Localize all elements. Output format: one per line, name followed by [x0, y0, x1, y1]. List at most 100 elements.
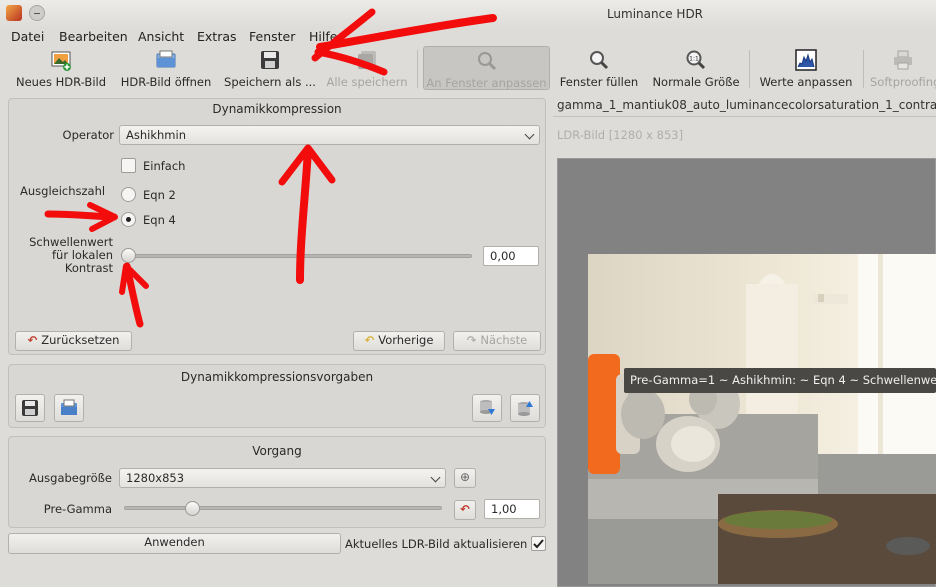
toolbar-separator	[863, 50, 864, 88]
window-title: Luminance HDR	[606, 7, 704, 21]
eqn4-radio[interactable]	[121, 212, 136, 227]
update-ldr-checkbox[interactable]	[531, 536, 546, 551]
process-title: Vorgang	[252, 444, 302, 458]
chevron-down-icon	[524, 129, 535, 140]
open-file-icon	[60, 399, 78, 417]
toolbar: Neues HDR-Bild HDR-Bild öffnen Speichern…	[0, 46, 936, 92]
simple-checkbox[interactable]	[121, 158, 136, 173]
operator-value: Ashikhmin	[126, 128, 186, 142]
output-size-label: Ausgabegröße	[29, 471, 112, 485]
threshold-slider-track[interactable]	[124, 254, 472, 258]
toolbar-separator	[749, 50, 750, 88]
printer-icon	[892, 49, 914, 71]
result-panel: gamma_1_mantiuk08_auto_luminancecolorsat…	[553, 92, 936, 587]
fit-window-button[interactable]: An Fenster anpassen	[423, 46, 550, 90]
svg-text:1:1: 1:1	[689, 56, 699, 63]
export-preset-button[interactable]	[472, 394, 502, 422]
add-size-button[interactable]: ⊕	[454, 468, 476, 488]
simple-label: Einfach	[143, 159, 186, 173]
operator-label: Operator	[62, 128, 114, 142]
open-hdr-label: HDR-Bild öffnen	[120, 75, 212, 89]
reset-button[interactable]: ↶ Zurücksetzen	[15, 331, 132, 351]
menu-datei[interactable]: Datei	[11, 29, 44, 44]
adjust-levels-label: Werte anpassen	[759, 75, 853, 89]
database-import-icon	[516, 399, 534, 417]
tonemapping-group-title: Dynamikkompression	[212, 102, 342, 116]
fill-window-button[interactable]: Fenster füllen	[556, 46, 642, 90]
database-export-icon	[478, 399, 496, 417]
checkmark-icon	[533, 539, 544, 549]
output-size-value: 1280x853	[126, 471, 185, 485]
undo-icon: ↶	[27, 333, 38, 347]
fill-window-label: Fenster füllen	[559, 75, 639, 89]
open-image-icon	[155, 49, 177, 71]
forward-arrow-icon: ↷	[466, 333, 477, 347]
pregamma-spinbox[interactable]: 1,00	[484, 499, 540, 519]
eqn4-label: Eqn 4	[143, 213, 176, 227]
menu-extras[interactable]: Extras	[197, 29, 237, 44]
update-ldr-label: Aktuelles LDR-Bild aktualisieren	[345, 537, 528, 551]
open-hdr-button[interactable]: HDR-Bild öffnen	[118, 46, 214, 90]
reset-pregamma-button[interactable]: ↶	[454, 500, 476, 520]
previous-button[interactable]: ↶ Vorherige	[353, 331, 445, 351]
back-arrow-icon: ↶	[364, 333, 375, 347]
equation-label: Ausgleichszahl	[20, 184, 106, 198]
tonemapping-panel: Dynamikkompression Operator Ashikhmin Ei…	[0, 92, 553, 587]
result-tab-title[interactable]: gamma_1_mantiuk08_auto_luminancecolorsat…	[557, 98, 936, 112]
eqn2-radio[interactable]	[121, 187, 136, 202]
pregamma-slider-handle[interactable]	[184, 501, 200, 516]
luminance-app-icon	[6, 5, 22, 21]
softproofing-label: Softproofing	[870, 75, 936, 89]
presets-title: Dynamikkompressionsvorgaben	[180, 370, 374, 384]
minimize-button[interactable]	[29, 5, 45, 21]
next-button[interactable]: ↷ Nächste	[453, 331, 541, 351]
adjust-levels-button[interactable]: Werte anpassen	[756, 46, 856, 90]
save-preset-button[interactable]	[15, 394, 45, 422]
threshold-label: Schwellenwert für lokalen Kontrast	[14, 236, 113, 275]
menu-hilfe[interactable]: Hilfe	[309, 29, 337, 44]
pregamma-slider-track[interactable]	[124, 506, 442, 510]
import-preset-button[interactable]	[510, 394, 540, 422]
menu-fenster[interactable]: Fenster	[249, 29, 295, 44]
plus-icon: ⊕	[459, 470, 471, 484]
load-preset-button[interactable]	[54, 394, 84, 422]
presets-group: Dynamikkompressionsvorgaben	[8, 364, 546, 428]
zoom-fill-icon	[588, 49, 610, 71]
operator-select[interactable]: Ashikhmin	[119, 125, 540, 145]
zoom-fit-icon	[476, 50, 498, 72]
normal-size-button[interactable]: 1:1 Normale Größe	[650, 46, 742, 90]
menu-ansicht[interactable]: Ansicht	[138, 29, 184, 44]
save-as-button[interactable]: Speichern als ...	[224, 46, 316, 90]
image-tooltip: Pre-Gamma=1 ~ Ashikhmin: ~ Eqn 4 ~ Schwe…	[624, 368, 936, 393]
threshold-slider-handle[interactable]	[121, 248, 136, 263]
title-bar: Luminance HDR	[0, 0, 936, 28]
previous-label: Vorherige	[378, 333, 434, 347]
pregamma-label: Pre-Gamma	[43, 502, 112, 516]
result-subtitle: LDR-Bild [1280 x 853]	[557, 128, 684, 142]
menu-bar: Datei Bearbeiten Ansicht Extras Fenster …	[0, 28, 936, 46]
output-size-select[interactable]: 1280x853	[119, 468, 446, 488]
new-image-icon	[50, 49, 72, 71]
toolbar-separator	[417, 50, 418, 88]
save-as-label: Speichern als ...	[224, 75, 316, 89]
new-hdr-label: Neues HDR-Bild	[15, 75, 107, 89]
normal-size-label: Normale Größe	[652, 75, 740, 89]
chevron-down-icon	[430, 472, 441, 483]
save-all-label: Alle speichern	[326, 75, 408, 89]
ldr-preview-image[interactable]	[588, 254, 936, 584]
tab-divider	[553, 116, 936, 117]
reset-label: Zurücksetzen	[41, 333, 120, 347]
threshold-label-line3: Kontrast	[64, 261, 113, 275]
undo-icon: ↶	[460, 502, 470, 516]
menu-bearbeiten[interactable]: Bearbeiten	[59, 29, 128, 44]
eqn2-label: Eqn 2	[143, 188, 176, 202]
histogram-icon	[795, 49, 817, 71]
fit-window-label: An Fenster anpassen	[426, 76, 547, 90]
threshold-spinbox[interactable]: 0,00	[483, 246, 539, 266]
save-all-button[interactable]: Alle speichern	[322, 46, 412, 90]
softproofing-button[interactable]: Softproofing	[870, 46, 936, 90]
save-icon	[21, 399, 39, 417]
apply-button[interactable]: Anwenden	[8, 533, 341, 554]
next-label: Nächste	[480, 333, 528, 347]
new-hdr-button[interactable]: Neues HDR-Bild	[12, 46, 110, 90]
